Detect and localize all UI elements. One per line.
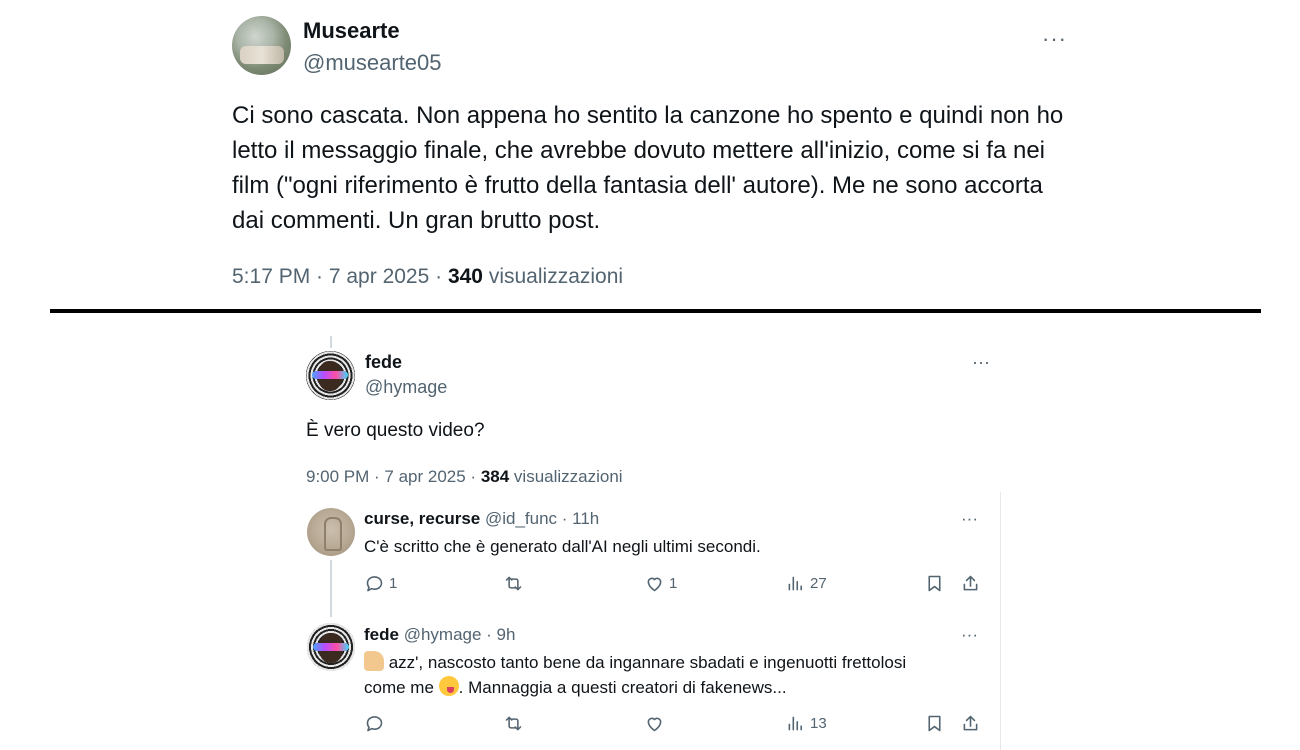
- more-options-icon[interactable]: ···: [972, 352, 990, 373]
- reply-text: C'è scritto che è generato dall'AI negli…: [364, 537, 761, 556]
- column-border: [1000, 492, 1001, 750]
- avatar[interactable]: [306, 351, 355, 400]
- thumbs-up-icon: [364, 651, 384, 671]
- like-button[interactable]: 1: [644, 573, 677, 594]
- views-count: 13: [810, 715, 827, 732]
- share-button[interactable]: [960, 573, 981, 594]
- author-name[interactable]: Musearte: [303, 18, 400, 44]
- reply-icon: [366, 576, 383, 592]
- heart-icon: [647, 577, 662, 592]
- reply-count: 1: [389, 575, 398, 592]
- avatar[interactable]: [307, 623, 355, 671]
- reply-header: fede @hymage · 9h: [364, 625, 515, 645]
- like-button[interactable]: [644, 713, 669, 734]
- reply-text-part1: azz', nascosto tanto bene da ingannare s…: [384, 653, 907, 672]
- author-name[interactable]: fede: [365, 352, 402, 373]
- tweet-meta: 9:00 PM · 7 apr 2025 · 384 visualizzazio…: [306, 467, 623, 487]
- reply-text-part2: come me: [364, 678, 439, 697]
- thread-line: [330, 336, 332, 348]
- reply-button[interactable]: 1: [364, 573, 397, 594]
- avatar[interactable]: [232, 16, 291, 75]
- views-button[interactable]: 27: [785, 573, 827, 594]
- views-icon: [788, 576, 802, 591]
- winking-tongue-icon: [438, 676, 459, 696]
- author-name[interactable]: fede: [364, 625, 399, 644]
- like-count: 1: [669, 575, 678, 592]
- tweet-text: È vero questo video?: [306, 420, 485, 441]
- reply-icon: [366, 716, 383, 732]
- author-handle[interactable]: @hymage: [365, 377, 447, 398]
- avatar[interactable]: [307, 508, 355, 556]
- retweet-button[interactable]: [503, 713, 528, 734]
- heart-icon: [647, 717, 662, 732]
- view-count: 384: [480, 467, 510, 486]
- views-count: 27: [810, 575, 827, 592]
- reply-header: curse, recurse @id_func · 11h: [364, 509, 599, 529]
- more-options-icon[interactable]: ···: [961, 625, 978, 645]
- more-options-icon[interactable]: ···: [961, 509, 978, 529]
- thread-line: [330, 560, 332, 617]
- author-name[interactable]: curse, recurse: [364, 509, 480, 528]
- bookmark-button[interactable]: [924, 713, 945, 734]
- reply-button[interactable]: [364, 713, 389, 734]
- retweet-icon: [505, 716, 522, 731]
- author-handle-time[interactable]: @hymage · 9h: [399, 625, 516, 644]
- reply-text-part3: . Mannaggia a questi creatori di fakenew…: [458, 678, 787, 697]
- tweet-timestamp[interactable]: 9:00 PM · 7 apr 2025 ·: [306, 467, 481, 486]
- views-label: visualizzazioni: [483, 265, 624, 288]
- view-count: 340: [447, 265, 483, 288]
- more-options-icon[interactable]: ···: [1042, 26, 1067, 52]
- tweet-timestamp[interactable]: 5:17 PM · 7 apr 2025 ·: [232, 265, 448, 288]
- bookmark-icon: [928, 715, 941, 732]
- views-icon: [788, 716, 802, 731]
- share-button[interactable]: [960, 713, 981, 734]
- tweet-meta: 5:17 PM · 7 apr 2025 · 340 visualizzazio…: [232, 265, 623, 289]
- views-button[interactable]: 13: [785, 713, 827, 734]
- bookmark-icon: [928, 575, 941, 592]
- divider: [50, 309, 1261, 313]
- author-handle-time[interactable]: @id_func · 11h: [480, 509, 599, 528]
- share-icon: [963, 715, 978, 731]
- author-handle[interactable]: @musearte05: [303, 50, 442, 76]
- retweet-button[interactable]: [503, 573, 528, 594]
- share-icon: [963, 575, 978, 591]
- tweet-text: Ci sono cascata. Non appena ho sentito l…: [232, 102, 1064, 234]
- bookmark-button[interactable]: [924, 573, 945, 594]
- reply-text: azz', nascosto tanto bene da ingannare s…: [364, 650, 964, 700]
- views-label: visualizzazioni: [509, 467, 623, 486]
- retweet-icon: [505, 576, 522, 591]
